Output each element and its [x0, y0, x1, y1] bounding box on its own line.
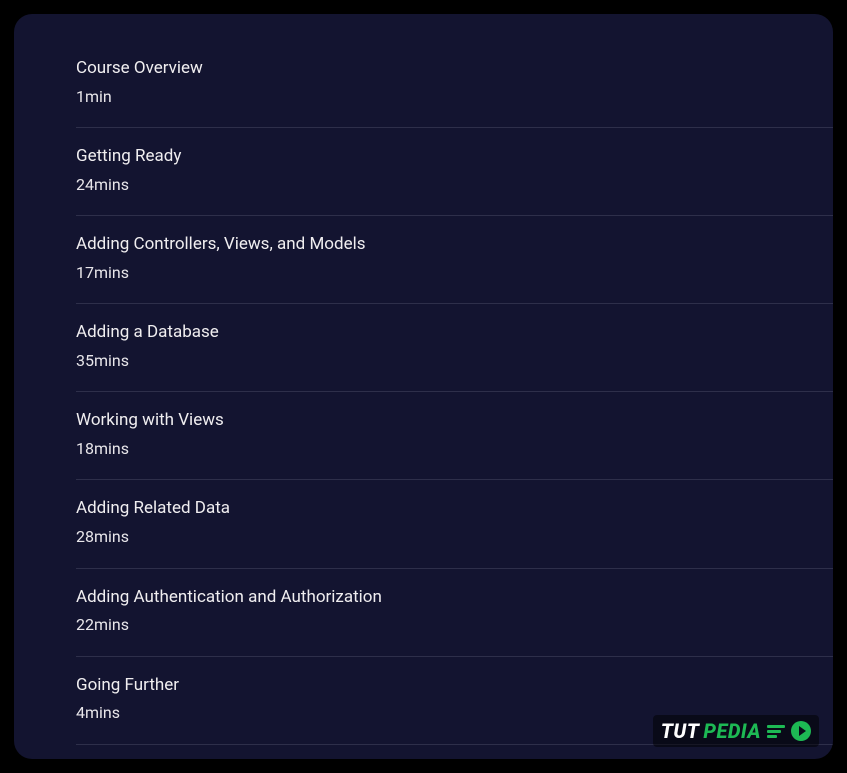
module-title: Adding Controllers, Views, and Models	[76, 232, 833, 258]
watermark-text-pedia: PEDIA	[703, 719, 761, 743]
module-title: Adding Related Data	[76, 496, 833, 522]
play-icon	[791, 721, 811, 741]
module-item[interactable]: Adding Controllers, Views, and Models 17…	[76, 216, 833, 304]
module-title: Adding Authentication and Authorization	[76, 585, 833, 611]
watermark-text-tut: TUT	[661, 719, 700, 743]
course-modules-panel: Course Overview 1min Getting Ready 24min…	[14, 14, 833, 759]
module-title: Working with Views	[76, 408, 833, 434]
speed-lines-icon	[767, 725, 785, 738]
module-duration: 17mins	[76, 260, 833, 286]
module-item[interactable]: Course Overview 1min	[76, 56, 833, 128]
module-list: Course Overview 1min Getting Ready 24min…	[76, 56, 833, 745]
module-duration: 22mins	[76, 612, 833, 638]
module-title: Getting Ready	[76, 144, 833, 170]
module-duration: 35mins	[76, 348, 833, 374]
module-item[interactable]: Adding a Database 35mins	[76, 304, 833, 392]
module-title: Going Further	[76, 673, 833, 699]
watermark-logo: TUT PEDIA	[653, 715, 819, 747]
module-duration: 24mins	[76, 172, 833, 198]
module-duration: 28mins	[76, 524, 833, 550]
module-duration: 1min	[76, 84, 833, 110]
module-item[interactable]: Adding Authentication and Authorization …	[76, 569, 833, 657]
module-item[interactable]: Working with Views 18mins	[76, 392, 833, 480]
module-duration: 18mins	[76, 436, 833, 462]
module-item[interactable]: Adding Related Data 28mins	[76, 480, 833, 568]
module-title: Adding a Database	[76, 320, 833, 346]
module-item[interactable]: Getting Ready 24mins	[76, 128, 833, 216]
module-title: Course Overview	[76, 56, 833, 82]
